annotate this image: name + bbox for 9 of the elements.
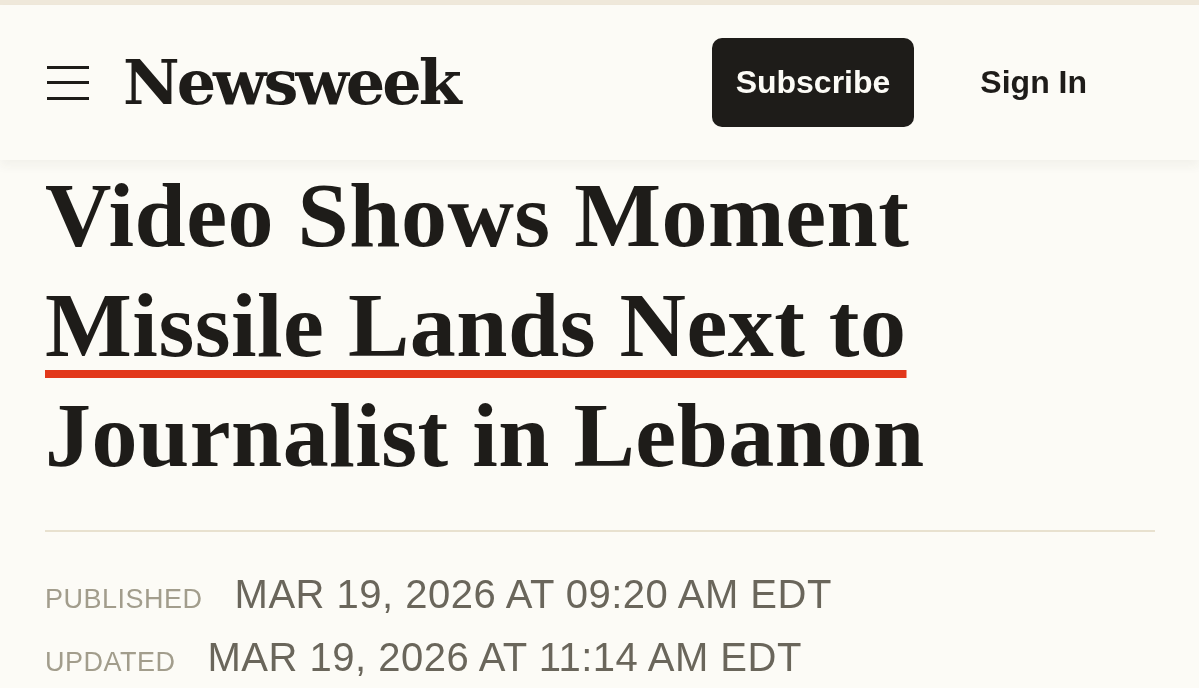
site-logo[interactable]: Newsweek: [123, 51, 459, 114]
menu-icon[interactable]: [47, 65, 89, 100]
subscribe-button[interactable]: Subscribe: [711, 38, 915, 127]
date-label: PUBLISHED: [45, 584, 203, 615]
article-headline: Video Shows Moment Missile Lands Next to Journalist in Lebanon: [45, 163, 925, 488]
date-value: MAR 19, 2026 AT 09:20 AM EDT: [234, 572, 832, 617]
sign-in-link[interactable]: Sign In: [980, 64, 1087, 101]
date-value: MAR 19, 2026 AT 11:14 AM EDT: [207, 635, 802, 680]
date-label: UPDATED: [45, 647, 176, 678]
